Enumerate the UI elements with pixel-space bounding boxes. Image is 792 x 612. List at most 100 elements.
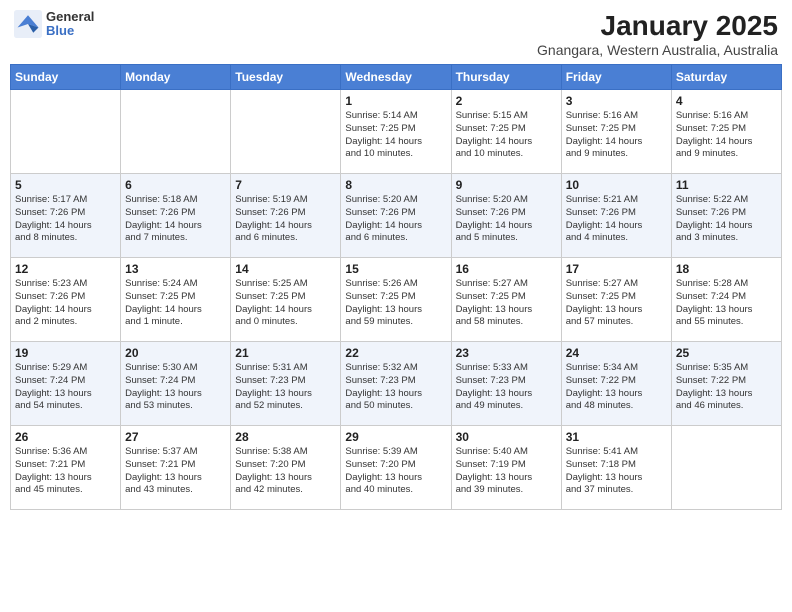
day-info: Sunrise: 5:25 AMSunset: 7:25 PMDaylight:… [235,278,336,329]
weekday-header-thursday: Thursday [451,65,561,90]
calendar-cell: 26Sunrise: 5:36 AMSunset: 7:21 PMDayligh… [11,426,121,510]
page-header: General Blue January 2025 Gnangara, West… [10,10,782,58]
calendar-cell: 21Sunrise: 5:31 AMSunset: 7:23 PMDayligh… [231,342,341,426]
day-number: 3 [566,94,667,108]
title-block: January 2025 Gnangara, Western Australia… [537,10,778,58]
day-number: 14 [235,262,336,276]
day-info: Sunrise: 5:32 AMSunset: 7:23 PMDaylight:… [345,362,446,413]
day-number: 9 [456,178,557,192]
day-info: Sunrise: 5:23 AMSunset: 7:26 PMDaylight:… [15,278,116,329]
day-number: 16 [456,262,557,276]
weekday-header-tuesday: Tuesday [231,65,341,90]
day-number: 26 [15,430,116,444]
logo-text: General Blue [46,10,94,39]
day-number: 17 [566,262,667,276]
calendar-cell: 28Sunrise: 5:38 AMSunset: 7:20 PMDayligh… [231,426,341,510]
logo-blue: Blue [46,24,94,38]
calendar-cell: 10 Sunrise: 5:21 AMSunset: 7:26 PMDayligh… [561,174,671,258]
calendar-cell: 20Sunrise: 5:30 AMSunset: 7:24 PMDayligh… [121,342,231,426]
day-info: Sunrise: 5:28 AMSunset: 7:24 PMDaylight:… [676,278,777,329]
calendar-cell [231,90,341,174]
day-info: Sunrise: 5:35 AMSunset: 7:22 PMDaylight:… [676,362,777,413]
day-number: 22 [345,346,446,360]
calendar-week-row: 19 Sunrise: 5:29 AMSunset: 7:24 PMDayligh… [11,342,782,426]
day-number: 13 [125,262,226,276]
weekday-header-friday: Friday [561,65,671,90]
calendar-cell: 25 Sunrise: 5:35 AMSunset: 7:22 PMDayligh… [671,342,781,426]
day-number: 11 [676,178,777,192]
day-info: Sunrise: 5:37 AMSunset: 7:21 PMDaylight:… [125,446,226,497]
day-number: 24 [566,346,667,360]
day-number: 15 [345,262,446,276]
day-number: 18 [676,262,777,276]
calendar-cell: 9 Sunrise: 5:20 AMSunset: 7:26 PMDaylight… [451,174,561,258]
day-info: Sunrise: 5:40 AMSunset: 7:19 PMDaylight:… [456,446,557,497]
calendar-cell: 19 Sunrise: 5:29 AMSunset: 7:24 PMDayligh… [11,342,121,426]
calendar-body: 1Sunrise: 5:14 AMSunset: 7:25 PMDaylight… [11,90,782,510]
calendar-cell: 3 Sunrise: 5:16 AMSunset: 7:25 PMDaylight… [561,90,671,174]
day-info: Sunrise: 5:18 AMSunset: 7:26 PMDaylight:… [125,194,226,245]
calendar-cell: 16 Sunrise: 5:27 AMSunset: 7:25 PMDayligh… [451,258,561,342]
weekday-header-sunday: Sunday [11,65,121,90]
day-number: 7 [235,178,336,192]
day-info: Sunrise: 5:27 AMSunset: 7:25 PMDaylight:… [456,278,557,329]
calendar-cell: 22 Sunrise: 5:32 AMSunset: 7:23 PMDayligh… [341,342,451,426]
logo-icon [14,10,42,38]
day-number: 28 [235,430,336,444]
calendar-cell: 2Sunrise: 5:15 AMSunset: 7:25 PMDaylight… [451,90,561,174]
day-number: 20 [125,346,226,360]
calendar-week-row: 1Sunrise: 5:14 AMSunset: 7:25 PMDaylight… [11,90,782,174]
day-number: 8 [345,178,446,192]
day-number: 5 [15,178,116,192]
day-number: 6 [125,178,226,192]
day-number: 23 [456,346,557,360]
weekday-header-saturday: Saturday [671,65,781,90]
calendar-week-row: 5 Sunrise: 5:17 AMSunset: 7:26 PMDaylight… [11,174,782,258]
weekday-header-wednesday: Wednesday [341,65,451,90]
day-info: Sunrise: 5:20 AMSunset: 7:26 PMDaylight:… [456,194,557,245]
day-info: Sunrise: 5:26 AMSunset: 7:25 PMDaylight:… [345,278,446,329]
calendar-header: SundayMondayTuesdayWednesdayThursdayFrid… [11,65,782,90]
day-number: 10 [566,178,667,192]
calendar-cell: 8 Sunrise: 5:20 AMSunset: 7:26 PMDaylight… [341,174,451,258]
location: Gnangara, Western Australia, Australia [537,42,778,58]
day-info: Sunrise: 5:24 AMSunset: 7:25 PMDaylight:… [125,278,226,329]
calendar-cell [671,426,781,510]
day-info: Sunrise: 5:29 AMSunset: 7:24 PMDaylight:… [15,362,116,413]
day-info: Sunrise: 5:21 AMSunset: 7:26 PMDaylight:… [566,194,667,245]
logo: General Blue [14,10,94,39]
day-number: 29 [345,430,446,444]
calendar-cell: 6 Sunrise: 5:18 AMSunset: 7:26 PMDaylight… [121,174,231,258]
month-title: January 2025 [537,10,778,42]
calendar-cell: 23Sunrise: 5:33 AMSunset: 7:23 PMDayligh… [451,342,561,426]
day-number: 21 [235,346,336,360]
calendar-cell: 29Sunrise: 5:39 AMSunset: 7:20 PMDayligh… [341,426,451,510]
calendar-cell: 31Sunrise: 5:41 AMSunset: 7:18 PMDayligh… [561,426,671,510]
weekday-row: SundayMondayTuesdayWednesdayThursdayFrid… [11,65,782,90]
calendar-week-row: 26Sunrise: 5:36 AMSunset: 7:21 PMDayligh… [11,426,782,510]
day-info: Sunrise: 5:17 AMSunset: 7:26 PMDaylight:… [15,194,116,245]
day-number: 1 [345,94,446,108]
day-number: 4 [676,94,777,108]
day-number: 25 [676,346,777,360]
calendar-cell: 18 Sunrise: 5:28 AMSunset: 7:24 PMDayligh… [671,258,781,342]
weekday-header-monday: Monday [121,65,231,90]
calendar-cell: 17 Sunrise: 5:27 AMSunset: 7:25 PMDayligh… [561,258,671,342]
calendar-cell: 13 Sunrise: 5:24 AMSunset: 7:25 PMDayligh… [121,258,231,342]
day-info: Sunrise: 5:34 AMSunset: 7:22 PMDaylight:… [566,362,667,413]
day-number: 12 [15,262,116,276]
calendar-cell: 4 Sunrise: 5:16 AMSunset: 7:25 PMDaylight… [671,90,781,174]
calendar-cell: 7Sunrise: 5:19 AMSunset: 7:26 PMDaylight… [231,174,341,258]
calendar-cell: 30Sunrise: 5:40 AMSunset: 7:19 PMDayligh… [451,426,561,510]
calendar-table: SundayMondayTuesdayWednesdayThursdayFrid… [10,64,782,510]
day-info: Sunrise: 5:15 AMSunset: 7:25 PMDaylight:… [456,110,557,161]
day-info: Sunrise: 5:27 AMSunset: 7:25 PMDaylight:… [566,278,667,329]
day-info: Sunrise: 5:16 AMSunset: 7:25 PMDaylight:… [566,110,667,161]
day-number: 31 [566,430,667,444]
day-info: Sunrise: 5:16 AMSunset: 7:25 PMDaylight:… [676,110,777,161]
day-info: Sunrise: 5:20 AMSunset: 7:26 PMDaylight:… [345,194,446,245]
calendar-cell [11,90,121,174]
calendar-cell [121,90,231,174]
calendar-cell: 11Sunrise: 5:22 AMSunset: 7:26 PMDayligh… [671,174,781,258]
day-number: 19 [15,346,116,360]
